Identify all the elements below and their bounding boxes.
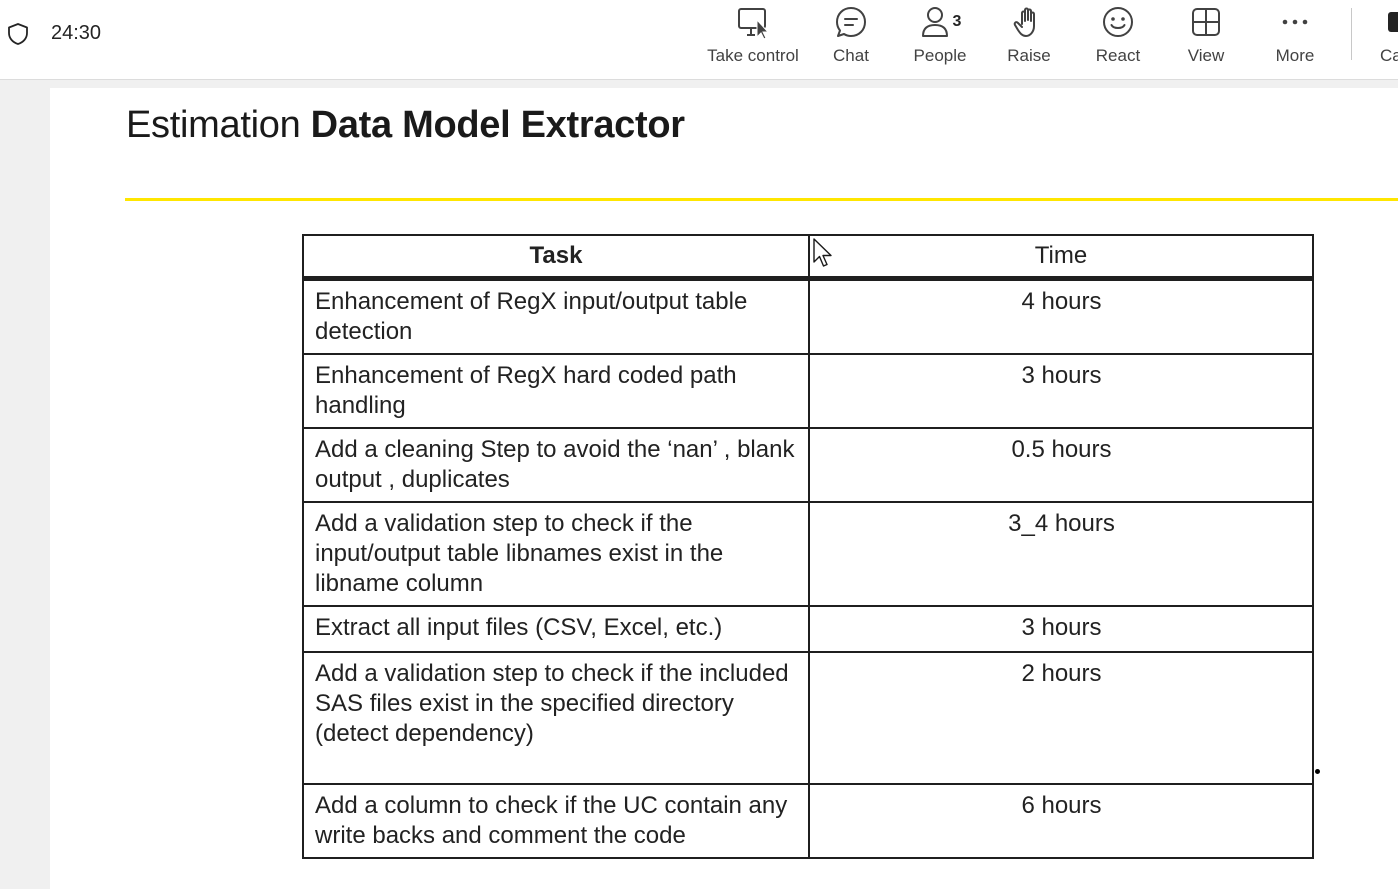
table-header-row: Task Time [302, 234, 1314, 281]
chat-button[interactable]: Chat [826, 0, 876, 79]
chat-label: Chat [833, 46, 869, 65]
react-button[interactable]: React [1092, 0, 1144, 79]
more-label: More [1275, 46, 1315, 65]
table-row: Add a column to check if the UC contain … [302, 783, 1314, 859]
view-button[interactable]: View [1183, 0, 1229, 79]
people-icon [921, 7, 948, 37]
react-icon [1100, 4, 1136, 40]
task-cell: Add a column to check if the UC contain … [302, 783, 810, 859]
accent-divider [125, 198, 1398, 201]
task-cell: Enhancement of RegX input/output table d… [302, 277, 810, 355]
time-cell: 3 hours [808, 605, 1314, 653]
meeting-toolbar: 24:30 Take control Chat 3 People Raise R… [0, 0, 1398, 80]
chat-icon [833, 4, 869, 40]
pointer-dot [1315, 769, 1320, 774]
people-icon-wrap: 3 [919, 4, 962, 40]
raise-hand-icon [1011, 4, 1047, 40]
toolbar-divider [1351, 8, 1352, 60]
task-cell: Add a validation step to check if the in… [302, 651, 810, 785]
table-row: Enhancement of RegX hard coded path hand… [302, 353, 1314, 429]
table-row: Add a validation step to check if the in… [302, 501, 1314, 607]
table-row: Enhancement of RegX input/output table d… [302, 277, 1314, 355]
raise-hand-button[interactable]: Raise [1004, 0, 1054, 79]
time-cell: 0.5 hours [808, 427, 1314, 503]
camera-button[interactable]: Ca [1380, 0, 1398, 79]
time-column-header: Time [808, 234, 1314, 281]
more-button[interactable]: More [1271, 0, 1319, 79]
time-cell: 3 hours [808, 353, 1314, 429]
task-cell: Enhancement of RegX hard coded path hand… [302, 353, 810, 429]
take-control-label: Take control [707, 46, 799, 65]
slide-title-regular: Estimation [126, 104, 311, 146]
view-icon [1188, 4, 1224, 40]
table-row: Add a cleaning Step to avoid the ‘nan’ ,… [302, 427, 1314, 503]
raise-label: Raise [1007, 46, 1051, 65]
table-row: Extract all input files (CSV, Excel, etc… [302, 605, 1314, 653]
task-cell: Add a validation step to check if the in… [302, 501, 810, 607]
shield-icon [6, 22, 30, 46]
more-icon [1277, 4, 1313, 40]
estimation-table: Task Time Enhancement of RegX input/outp… [302, 234, 1314, 859]
people-label: People [913, 46, 967, 65]
camera-icon [1380, 4, 1398, 40]
react-label: React [1095, 46, 1141, 65]
view-label: View [1187, 46, 1225, 65]
slide-title-bold: Data Model Extractor [310, 104, 685, 146]
task-cell: Extract all input files (CSV, Excel, etc… [302, 605, 810, 653]
time-cell: 4 hours [808, 277, 1314, 355]
time-cell: 2 hours [808, 651, 1314, 785]
time-cell: 6 hours [808, 783, 1314, 859]
time-cell: 3_4 hours [808, 501, 1314, 607]
take-control-icon [735, 4, 771, 40]
table-row: Add a validation step to check if the in… [302, 651, 1314, 785]
take-control-button[interactable]: Take control [706, 0, 800, 79]
shared-slide: Estimation Data Model Extractor Task Tim… [50, 88, 1398, 889]
people-count-badge: 3 [952, 13, 962, 30]
task-cell: Add a cleaning Step to avoid the ‘nan’ ,… [302, 427, 810, 503]
task-column-header: Task [302, 234, 810, 281]
meeting-timer: 24:30 [51, 22, 102, 44]
people-button[interactable]: 3 People [910, 0, 970, 79]
camera-label: Ca [1380, 46, 1398, 65]
slide-title: Estimation Data Model Extractor [126, 104, 685, 147]
mouse-pointer-icon [813, 238, 835, 275]
